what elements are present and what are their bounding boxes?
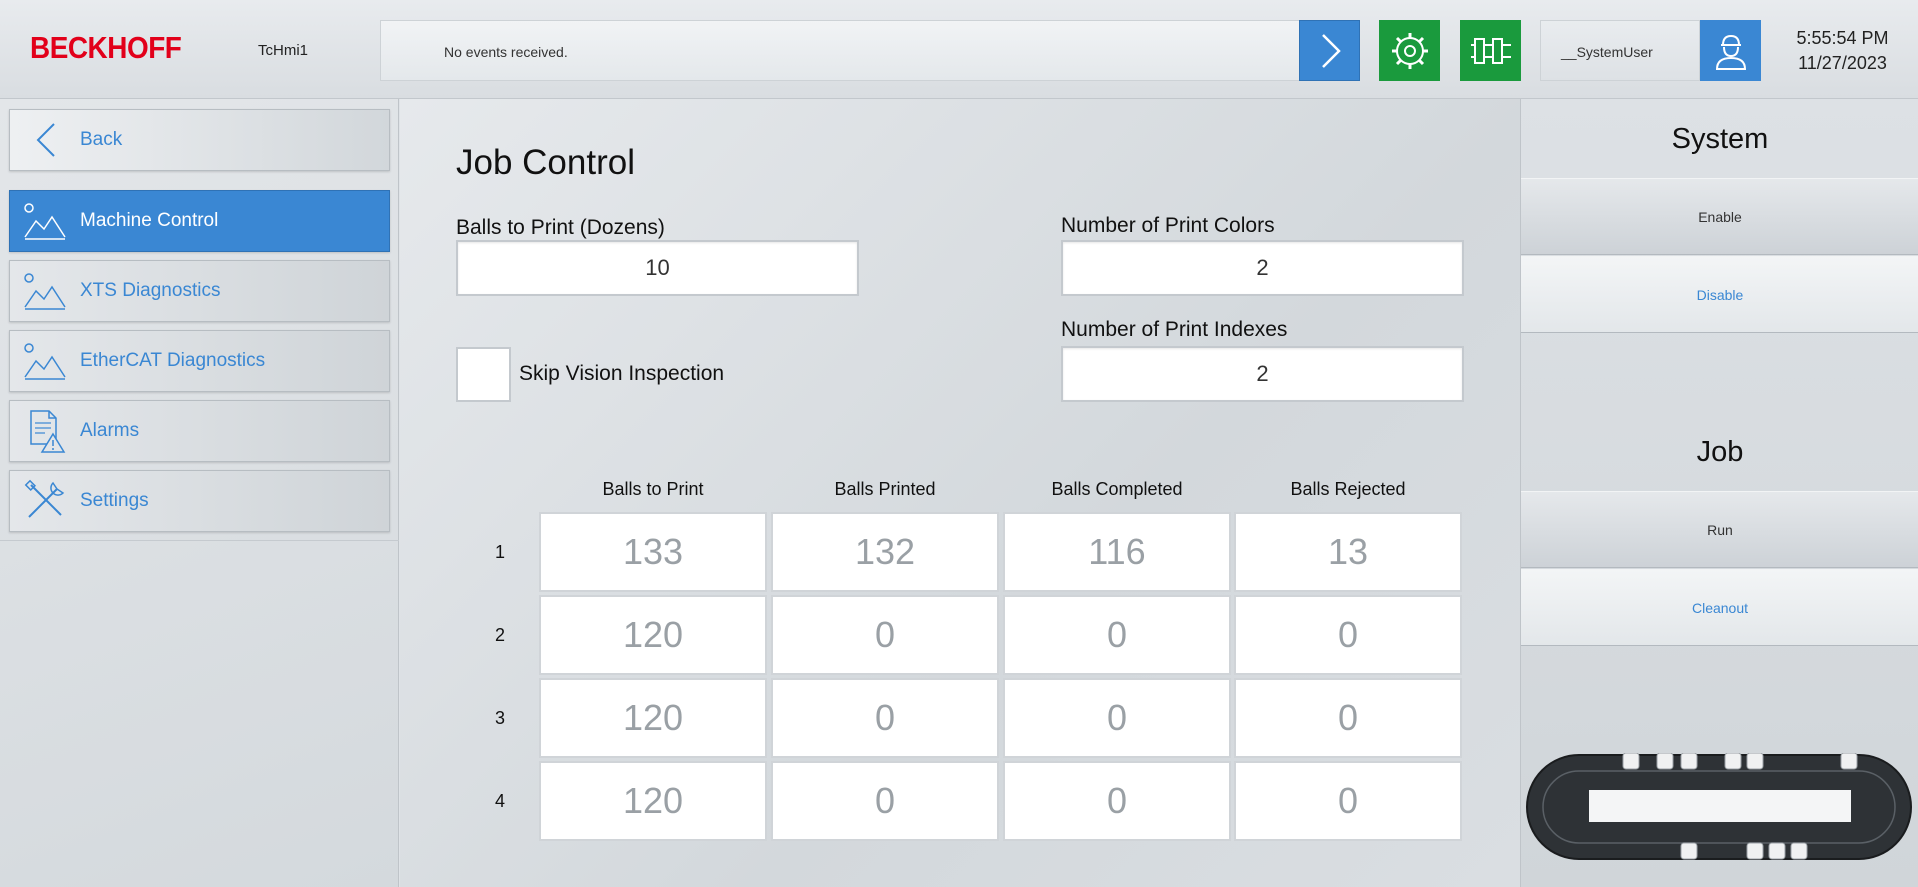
sidebar-item-label: EtherCAT Diagnostics	[80, 350, 266, 371]
table-cell: 0	[1234, 595, 1462, 675]
back-label: Back	[80, 129, 123, 150]
table-cell: 13	[1234, 512, 1462, 592]
row-label: 1	[494, 542, 505, 562]
sidebar-item-label: Settings	[80, 490, 149, 511]
sidebar-item-xts-diagnostics[interactable]: XTS Diagnostics	[9, 260, 390, 322]
table-cell: 0	[771, 595, 999, 675]
tools-icon	[24, 479, 65, 518]
table-cell: 0	[1234, 761, 1462, 841]
clock-time: 5:55:54 PM	[1796, 28, 1889, 48]
event-expand-button[interactable]	[1299, 20, 1360, 81]
event-bar[interactable]: No events received.	[380, 20, 1300, 81]
balls-to-print-label: Balls to Print (Dozens)	[456, 216, 665, 239]
sidebar-item-label: Alarms	[80, 420, 140, 441]
sidebar-item-label: XTS Diagnostics	[80, 280, 221, 301]
table-cell: 0	[1234, 678, 1462, 758]
row-label: 2	[494, 625, 505, 645]
run-button[interactable]: Run	[1521, 491, 1918, 568]
job-title: Job	[1696, 436, 1744, 468]
print-colors-input[interactable]: 2	[1061, 240, 1464, 296]
table-cell: 116	[1003, 512, 1231, 592]
event-text: No events received.	[444, 44, 568, 60]
disable-button[interactable]: Disable	[1521, 256, 1918, 333]
system-title: System	[1671, 123, 1769, 155]
print-indexes-label: Number of Print Indexes	[1061, 318, 1288, 341]
print-indexes-input[interactable]: 2	[1061, 346, 1464, 402]
cleanout-button[interactable]: Cleanout	[1521, 569, 1918, 646]
page-title: Job Control	[456, 143, 635, 182]
sidebar-item-alarms[interactable]: Alarms	[9, 400, 390, 462]
beckhoff-logo: BECKHOFF	[30, 30, 182, 65]
table-cell: 0	[771, 678, 999, 758]
user-name: __SystemUser	[1561, 44, 1653, 60]
row-label: 4	[494, 791, 505, 811]
xts-track-graphic	[1526, 753, 1912, 860]
enable-button[interactable]: Enable	[1521, 178, 1918, 255]
app-name: TcHmi1	[258, 42, 309, 59]
clock: 5:55:54 PM 11/27/2023	[1780, 26, 1905, 76]
sidebar-item-label: Machine Control	[80, 210, 219, 231]
skip-vision-label: Skip Vision Inspection	[519, 362, 725, 385]
machine-config-button[interactable]	[1379, 20, 1440, 81]
print-colors-label: Number of Print Colors	[1061, 214, 1275, 237]
col-header-balls-printed: Balls Printed	[834, 479, 936, 499]
alarm-document-icon	[30, 410, 66, 453]
xts-module-icon	[1470, 37, 1511, 64]
top-bar: BECKHOFF TcHmi1 No events received. __Sy…	[0, 0, 1918, 99]
sidebar-item-ethercat-diagnostics[interactable]: EtherCAT Diagnostics	[9, 330, 390, 392]
chevron-right-icon	[1321, 33, 1341, 68]
gear-wrench-icon	[1391, 32, 1428, 69]
skip-vision-checkbox[interactable]	[456, 347, 511, 402]
col-header-balls-completed: Balls Completed	[1051, 479, 1183, 499]
table-cell: 120	[539, 761, 767, 841]
image-placeholder-icon	[24, 203, 66, 240]
col-header-balls-to-print: Balls to Print	[602, 479, 704, 499]
table-cell: 133	[539, 512, 767, 592]
table-cell: 0	[1003, 678, 1231, 758]
back-button[interactable]: Back	[9, 109, 390, 171]
job-control-panel: Job Control Balls to Print (Dozens) 10 N…	[400, 99, 1520, 887]
table-cell: 0	[1003, 595, 1231, 675]
sidebar: Back Machine Control XTS Diagnostics Eth…	[0, 99, 399, 887]
table-cell: 132	[771, 512, 999, 592]
balls-to-print-input[interactable]: 10	[456, 240, 859, 296]
image-placeholder-icon	[24, 273, 66, 310]
col-header-balls-rejected: Balls Rejected	[1290, 479, 1406, 499]
sidebar-item-settings[interactable]: Settings	[9, 470, 390, 532]
table-cell: 0	[771, 761, 999, 841]
user-button[interactable]	[1700, 20, 1761, 81]
table-cell: 0	[1003, 761, 1231, 841]
image-placeholder-icon	[24, 343, 66, 380]
clock-date: 11/27/2023	[1798, 53, 1887, 73]
user-display: __SystemUser	[1540, 20, 1700, 81]
table-cell: 120	[539, 678, 767, 758]
chevron-left-icon	[36, 123, 55, 157]
user-icon	[1715, 34, 1746, 70]
table-cell: 120	[539, 595, 767, 675]
xts-view-button[interactable]	[1460, 20, 1521, 81]
sidebar-item-machine-control[interactable]: Machine Control	[9, 190, 390, 252]
row-label: 3	[494, 708, 505, 728]
sidebar-divider	[0, 540, 399, 541]
